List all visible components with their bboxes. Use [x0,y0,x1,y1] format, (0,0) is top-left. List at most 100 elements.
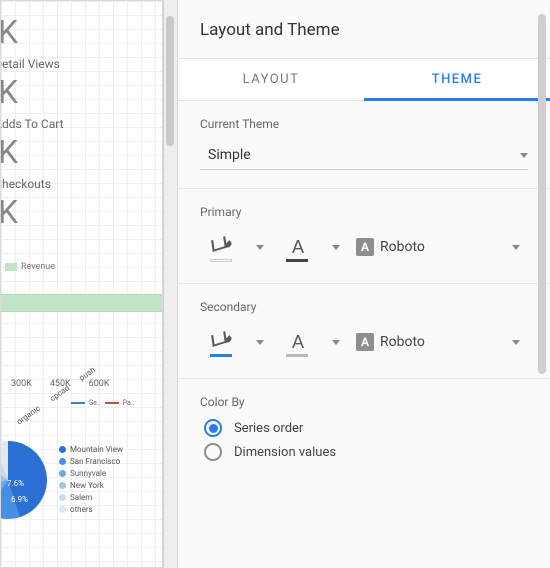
legend-dot-icon [59,458,66,465]
radio-icon [204,443,222,461]
radio-icon [204,419,222,437]
color-by-series-radio[interactable]: Series order [204,419,528,437]
text-color-icon: A [292,332,304,353]
text-color-icon: A [292,237,304,258]
legend-dot-icon [59,482,66,489]
scrollbar-thumb[interactable] [166,16,174,146]
legend-item: others [59,505,123,514]
paint-bucket-icon [212,238,232,256]
kpi-card[interactable]: ct Checkouts 5K [0,177,161,231]
panel-tabs: LAYOUT THEME [178,58,550,101]
theme-select[interactable]: Simple [200,141,528,170]
primary-text-color-button[interactable]: A [276,229,320,265]
paint-bucket-icon [212,333,232,351]
panel-title: Layout and Theme [178,0,550,58]
kpi-value: 5K [0,193,161,231]
kpi-label: ct Checkouts [0,177,161,191]
primary-style-section: Primary A A Roboto [178,189,550,284]
chevron-down-icon [256,340,264,345]
font-name: Roboto [380,239,425,255]
legend-line-icon [71,402,85,404]
chevron-down-icon [256,245,264,250]
legend-label: San Francisco [70,457,120,466]
legend-label: New York [70,481,104,490]
chevron-down-icon [512,245,520,250]
tab-theme[interactable]: THEME [364,59,550,101]
secondary-fill-dropdown[interactable] [246,324,274,360]
legend-label: Pa.. [123,399,135,407]
legend-dot-icon [59,494,66,501]
color-swatch [286,354,308,357]
kpi-value: 4K [0,133,161,171]
legend-label: Se.. [89,399,101,407]
font-icon: A [356,238,374,256]
section-label: Color By [200,395,528,409]
legend-label: Mountain View [70,445,123,454]
scrollbar-thumb[interactable] [538,14,546,374]
current-theme-section: Current Theme Simple [178,101,550,189]
kpi-card[interactable]: ons 2K [0,0,161,51]
legend-item: Mountain View [59,445,123,454]
chevron-down-icon [520,153,528,158]
legend-item: Sunnyvale [59,469,123,478]
legend-item: New York [59,481,123,490]
primary-text-dropdown[interactable] [322,229,350,265]
legend-dot-icon [59,446,66,453]
chevron-down-icon [332,245,340,250]
section-label: Current Theme [200,117,528,131]
legend-dot-icon [59,506,66,513]
font-name: Roboto [380,334,425,350]
revenue-bar-chart[interactable] [0,294,163,312]
axis-tick: 300K [11,379,32,389]
kpi-label: ct Detail Views [0,57,161,71]
line-legend: Se.. Pa.. [71,399,134,407]
kpi-value: 9K [0,73,161,111]
legend-item: San Francisco [59,457,123,466]
font-icon: A [356,333,374,351]
section-label: Primary [200,205,528,219]
secondary-style-section: Secondary A A Roboto [178,284,550,379]
section-label: Secondary [200,300,528,314]
report-canvas[interactable]: ons 2K ct Detail Views 9K ct Adds To Car… [0,0,163,568]
pie-slice-label: 6.9% [11,495,28,504]
axis-tick: 600K [89,379,110,389]
primary-fill-color-button[interactable] [200,229,244,265]
bar-categories: organic cpcad push [15,361,104,427]
legend-item: Salem [59,493,123,502]
secondary-text-color-button[interactable]: A [276,324,320,360]
color-swatch [210,354,232,357]
secondary-text-dropdown[interactable] [322,324,350,360]
secondary-fill-color-button[interactable] [200,324,244,360]
chevron-down-icon [332,340,340,345]
legend-dot-icon [59,470,66,477]
kpi-card[interactable]: ct Adds To Cart 4K [0,117,161,171]
primary-fill-dropdown[interactable] [246,229,274,265]
layout-theme-panel: Layout and Theme LAYOUT THEME Current Th… [177,0,550,568]
report-canvas-area: ons 2K ct Detail Views 9K ct Adds To Car… [0,0,177,568]
primary-font-select[interactable]: A Roboto [352,234,528,260]
legend-label: Sunnyvale [70,469,106,478]
legend-label: Salem [70,493,92,502]
kpi-value: 2K [0,13,161,51]
bar-category: organic [15,404,42,427]
city-legend: Mountain View San Francisco Sunnyvale Ne… [59,445,123,517]
chevron-down-icon [512,340,520,345]
color-swatch [286,259,308,262]
theme-value: Simple [208,147,251,163]
kpi-label: ct Adds To Cart [0,117,161,131]
kpi-label: ons [0,0,161,11]
radio-label: Dimension values [234,445,336,460]
color-swatch [210,259,232,262]
tab-layout[interactable]: LAYOUT [178,59,364,100]
secondary-font-select[interactable]: A Roboto [352,329,528,355]
legend-label: others [70,505,93,514]
legend-swatch [5,263,17,271]
kpi-card[interactable]: ct Detail Views 9K [0,57,161,111]
legend-label: Revenue [21,262,55,272]
radio-label: Series order [234,421,303,436]
revenue-legend: Revenue [5,262,55,272]
legend-line-icon [105,402,119,404]
color-by-dimension-radio[interactable]: Dimension values [204,443,528,461]
color-by-section: Color By Series order Dimension values [178,379,550,485]
pie-slice-label: 7.6% [7,479,24,488]
